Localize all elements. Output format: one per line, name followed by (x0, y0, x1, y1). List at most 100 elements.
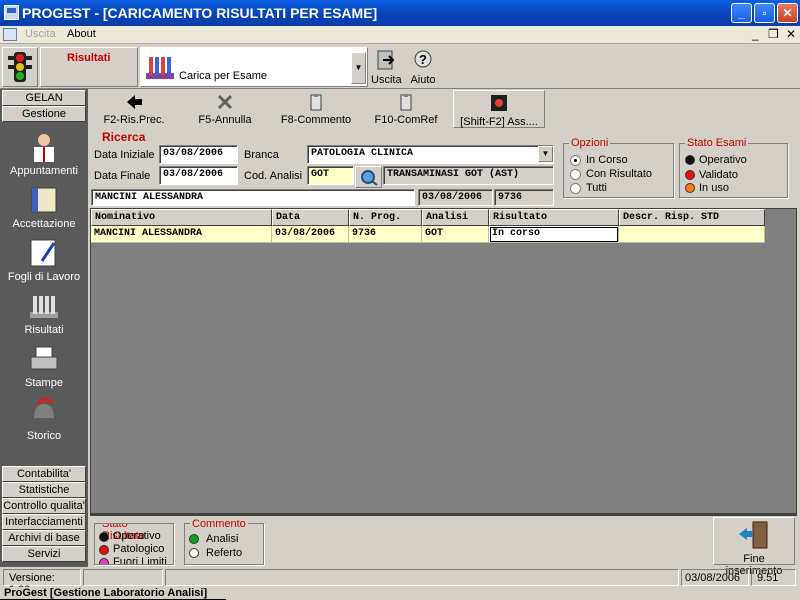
column-header-risultato[interactable]: Risultato (489, 209, 619, 226)
operativo-dot (99, 532, 109, 542)
sidebar-item-stampe[interactable]: Stampe (2, 343, 86, 389)
option-con-risultato-radio[interactable] (570, 169, 581, 180)
in-uso-dot (685, 183, 695, 193)
test-tubes-icon (146, 57, 174, 79)
option-tutti-radio[interactable] (570, 183, 581, 194)
test-tubes-icon (30, 296, 58, 318)
branch-value: PATOLOGIA CLINICA (311, 148, 414, 159)
comment-referto: Referto (206, 547, 243, 559)
chevron-down-icon[interactable]: ▼ (538, 146, 553, 162)
table-row-cell-nominativo[interactable]: MANCINI ALESSANDRA (91, 226, 272, 243)
sidebar-item-label: Fogli di Lavoro (7, 271, 81, 283)
sidebar-item-appuntamenti[interactable]: Appuntamenti (2, 131, 86, 177)
sidebar-item-accettazione[interactable]: Accettazione (2, 184, 86, 230)
result-state-patologico: Patologico (113, 543, 165, 555)
module-panel: Risultati (40, 47, 138, 87)
exam-state-validato: Validato (699, 169, 738, 181)
sidebar-item-storico[interactable]: Storico (2, 396, 86, 442)
traffic-light-button[interactable] (2, 47, 38, 87)
title-bar: PROGEST - [CARICAMENTO RISULTATI PER ESA… (0, 0, 800, 26)
status-bar: Versione: 1.00 03/08/2006 9.51 (0, 568, 800, 596)
sidebar-item-label: Stampe (25, 377, 63, 389)
main-toolbar: Risultati Carica per Esame ▼ Uscita ? Ai… (0, 45, 800, 89)
finish-button[interactable]: Fine inserimento (713, 517, 795, 577)
table-row-cell-data[interactable]: 03/08/2006 (272, 226, 349, 243)
worksheet-icon (30, 239, 56, 267)
search-button[interactable] (355, 166, 382, 188)
maximize-button[interactable]: ▫ (754, 3, 775, 23)
mdi-close-icon[interactable]: ✕ (786, 27, 796, 41)
helmet-icon (34, 397, 54, 418)
help-label: Aiuto (410, 74, 436, 86)
door-exit-icon (739, 521, 768, 549)
fuori-limiti-dot (99, 558, 109, 564)
sidebar-tab-interfacciamenti[interactable]: Interfacciamenti (2, 514, 86, 530)
patient-prog-field: 9736 (494, 189, 554, 206)
code-field[interactable]: GOT (307, 166, 354, 185)
end-date-label: Data Finale (94, 170, 151, 182)
mdi-restore-icon[interactable]: ❐ (768, 27, 779, 41)
comment-button[interactable]: F8-Commento (277, 93, 355, 126)
column-header-data[interactable]: Data (272, 209, 349, 226)
branch-select[interactable]: PATOLOGIA CLINICA ▼ (307, 145, 554, 164)
close-button[interactable]: ✕ (777, 3, 798, 23)
document-icon (3, 28, 17, 41)
comment-label: F8-Commento (280, 114, 352, 126)
analisi-dot (189, 534, 199, 544)
prev-results-button[interactable]: F2-Ris.Prec. (98, 93, 170, 126)
minimize-button[interactable]: _ (731, 3, 752, 23)
sidebar-tab-gelan[interactable]: GELAN (2, 90, 86, 106)
column-header-descr[interactable]: Descr. Risp. STD (619, 209, 765, 226)
code-label: Cod. Analisi (244, 170, 303, 182)
assoc-button[interactable]: [Shift-F2] Ass.... (453, 90, 545, 128)
option-in-corso-radio[interactable] (570, 155, 581, 166)
patient-name-field: MANCINI ALESSANDRA (91, 189, 415, 206)
help-button[interactable]: ? Aiuto (408, 49, 438, 86)
cancel-button[interactable]: F5-Annulla (190, 93, 260, 126)
code-description: TRANSAMINASI GOT (AST) (383, 166, 554, 185)
status-panel-empty-1 (83, 569, 163, 586)
module-combo[interactable]: Carica per Esame ▼ (140, 47, 368, 87)
sidebar-tab-statistiche[interactable]: Statistiche (2, 482, 86, 498)
branch-label: Branca (244, 149, 279, 161)
printer-icon (30, 346, 58, 370)
traffic-light-icon (8, 52, 32, 82)
table-row-cell-analisi[interactable]: GOT (422, 226, 489, 243)
start-date-field[interactable]: 03/08/2006 (159, 145, 238, 164)
exam-state-operativo: Operativo (699, 154, 747, 166)
mdi-minimize-icon[interactable]: _ (752, 27, 759, 41)
result-state-operativo: Operativo (113, 530, 161, 542)
table-row-cell-risultato[interactable]: In corso (489, 226, 619, 243)
column-header-nominativo[interactable]: Nominativo (91, 209, 272, 226)
version-panel: Versione: 1.00 (3, 569, 81, 596)
sidebar-tab-servizi[interactable]: Servizi (2, 546, 86, 562)
menu-about[interactable]: About (67, 28, 96, 40)
sidebar-item-risultati[interactable]: Risultati (2, 290, 86, 336)
column-header-analisi[interactable]: Analisi (422, 209, 489, 226)
status-time: 9.51 (757, 572, 779, 584)
sidebar-tab-archivi-di-base[interactable]: Archivi di base (2, 530, 86, 546)
exit-icon (377, 50, 395, 70)
assoc-label: [Shift-F2] Ass.... (460, 116, 538, 128)
table-row-cell-descr[interactable] (619, 226, 765, 243)
menu-uscita[interactable]: Uscita (25, 28, 56, 40)
end-date-field[interactable]: 03/08/2006 (159, 166, 238, 185)
sidebar-item-fogli-di-lavoro[interactable]: Fogli di Lavoro (2, 237, 86, 283)
comref-label: F10-ComRef (374, 114, 438, 126)
exam-state-group: Stato Esami Operativo Validato In uso (679, 137, 788, 198)
exam-state-in-uso: In uso (699, 182, 729, 194)
comment-group: Commento Analisi Referto (184, 518, 264, 565)
sidebar-tab-gestione[interactable]: Gestione (2, 106, 86, 122)
column-header-n-prog[interactable]: N. Prog. (349, 209, 422, 226)
chevron-down-icon[interactable]: ▼ (351, 52, 366, 84)
status-panel-empty-2 (165, 569, 679, 586)
exit-button[interactable]: Uscita (371, 49, 402, 86)
table-row-cell-n-prog[interactable]: 9736 (349, 226, 422, 243)
comref-button[interactable]: F10-ComRef (370, 93, 442, 126)
menu-bar: Uscita About _ ❐ ✕ (0, 26, 800, 44)
bottom-divider (90, 514, 797, 516)
sidebar-tab-contabilita[interactable]: Contabilita' (2, 466, 86, 482)
sidebar: GELAN Gestione Appuntamenti Accettazione… (0, 89, 88, 567)
sidebar-tab-controllo-qualita[interactable]: Controllo qualita' (2, 498, 86, 514)
help-icon: ? (414, 50, 432, 68)
